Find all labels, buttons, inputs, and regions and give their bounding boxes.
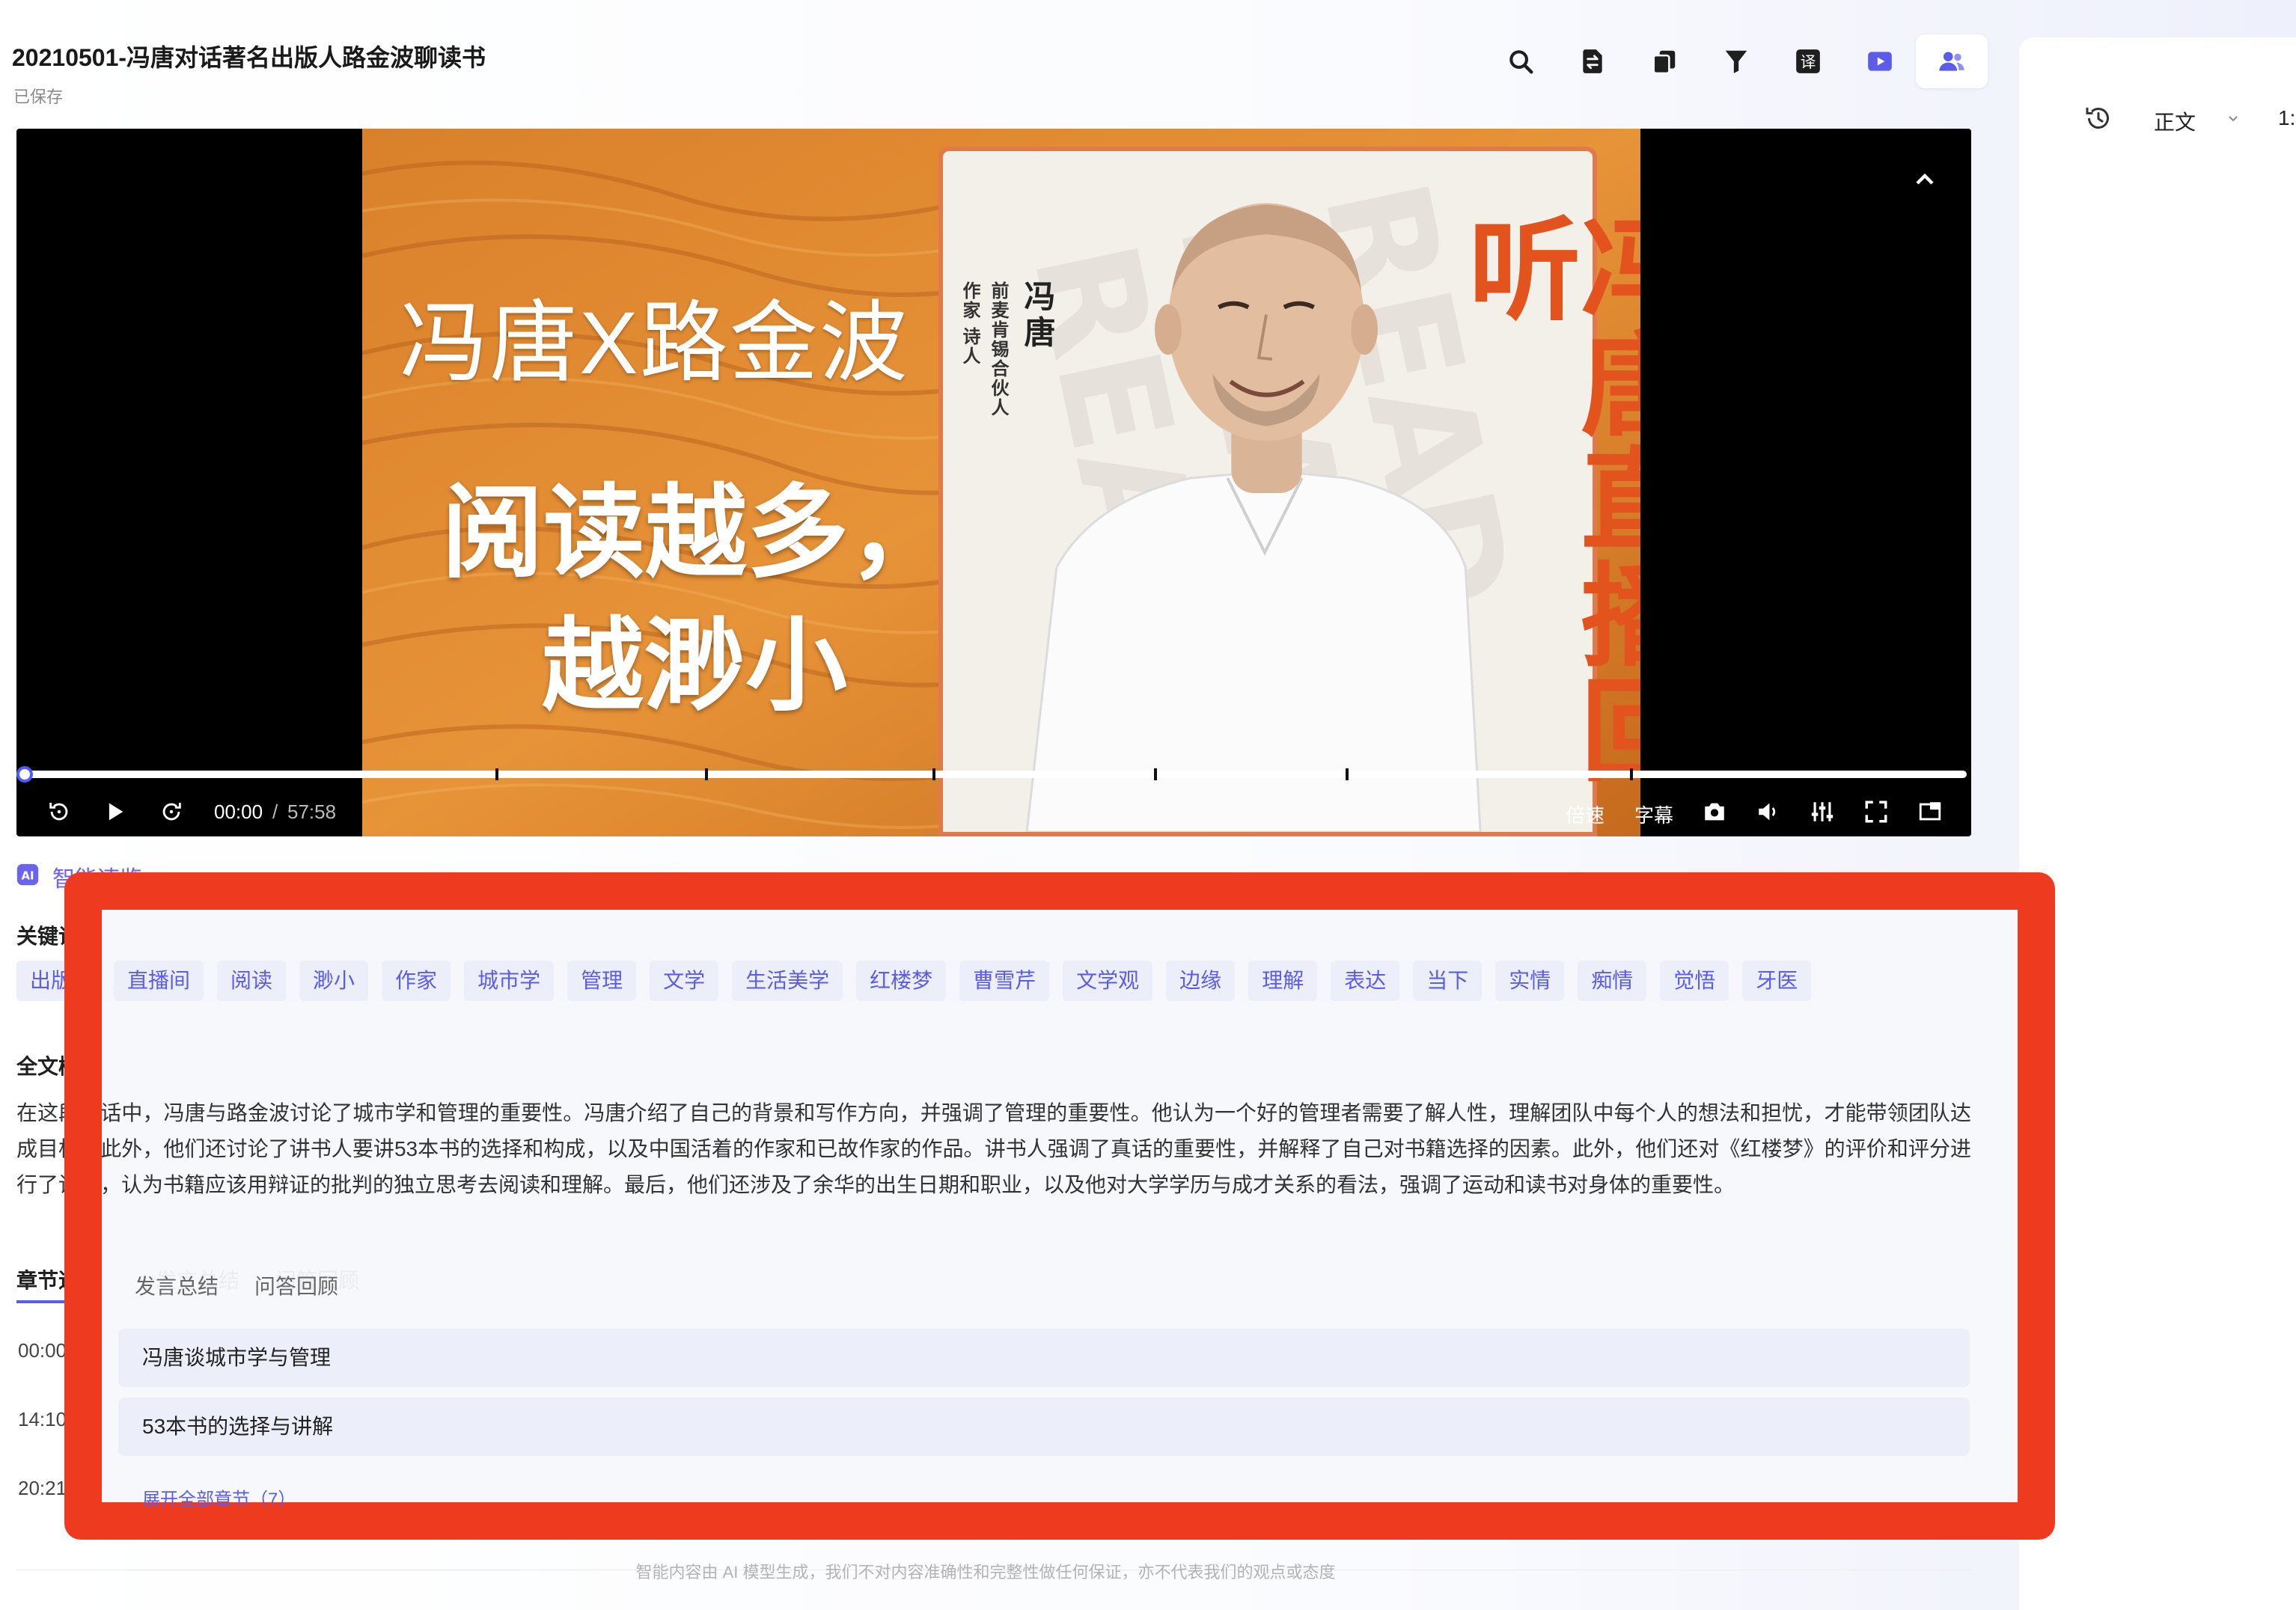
keyword-tag[interactable]: 红楼梦 bbox=[856, 961, 947, 1001]
keyword-tag[interactable]: 直播间 bbox=[114, 961, 204, 1001]
copy-icon bbox=[1652, 50, 1676, 75]
play-icon[interactable] bbox=[102, 799, 127, 824]
speakers-button[interactable] bbox=[1916, 34, 1988, 88]
poster: READ READ READ bbox=[938, 147, 1640, 836]
tab-qa-review[interactable]: 问答回顾 bbox=[254, 1270, 338, 1300]
chapter-marker bbox=[1346, 768, 1349, 780]
rewind-icon[interactable] bbox=[46, 799, 72, 824]
progress-bar[interactable] bbox=[21, 771, 1967, 778]
history-icon[interactable] bbox=[2083, 103, 2113, 133]
time-separator: / bbox=[272, 801, 278, 823]
chapter-time[interactable]: 14:10 bbox=[18, 1408, 67, 1431]
keyword-list-visible: 直播间 阅读 渺小 作家 城市学 管理 文学 生活美学 红楼梦 曹雪芹 文学观 … bbox=[114, 961, 1812, 1001]
chapter-marker bbox=[705, 768, 708, 780]
video-button[interactable] bbox=[1844, 34, 1916, 88]
current-time: 00:00 bbox=[214, 801, 263, 823]
chapter-time[interactable]: 00:00 bbox=[18, 1339, 67, 1362]
full-summary-visible: 在这段对话中，冯唐与路金波讨论了城市学和管理的重要性。冯唐介绍了自己的背景和写作… bbox=[102, 1095, 1971, 1208]
progress-handle[interactable] bbox=[16, 766, 33, 783]
summary-tabs-visible: 发言总结 问答回顾 bbox=[135, 1270, 338, 1300]
chapter-marker bbox=[932, 768, 935, 780]
keyword-tag[interactable]: 文学观 bbox=[1063, 961, 1153, 1001]
copy-button[interactable] bbox=[1628, 34, 1700, 88]
swap-button[interactable] bbox=[1557, 34, 1628, 88]
poster-role-1: 前麦肯锡合伙人 bbox=[988, 281, 1008, 417]
chevron-up-icon[interactable] bbox=[1910, 165, 1940, 195]
filter-button[interactable] bbox=[1700, 34, 1772, 88]
chapter-marker bbox=[1630, 768, 1633, 780]
speakers-icon bbox=[1939, 52, 1964, 71]
forward-icon[interactable] bbox=[159, 799, 184, 824]
thumbnail-headline-1: 阅读越多， bbox=[442, 476, 950, 590]
keyword-tag[interactable]: 理解 bbox=[1248, 961, 1318, 1001]
thumbnail-title: 冯唐X路金波 bbox=[400, 294, 909, 393]
keyword-tag[interactable]: 城市学 bbox=[464, 961, 555, 1001]
swap-icon bbox=[1583, 49, 1602, 73]
svg-text:AI: AI bbox=[21, 869, 34, 882]
filter-icon bbox=[1725, 50, 1747, 73]
picture-in-picture-icon[interactable] bbox=[1917, 799, 1943, 824]
keyword-tag[interactable]: 牙医 bbox=[1742, 961, 1812, 1001]
tab-speaker-summary[interactable]: 发言总结 bbox=[135, 1270, 219, 1300]
search-button[interactable] bbox=[1485, 34, 1557, 88]
poster-name: 冯唐 bbox=[1020, 280, 1055, 352]
speed-button[interactable]: 倍速 bbox=[1566, 801, 1605, 828]
right-panel-number: 1: bbox=[2278, 106, 2296, 129]
translate-icon: 译 bbox=[1796, 49, 1820, 73]
keyword-tag[interactable]: 阅读 bbox=[217, 961, 287, 1001]
ai-icon: AI bbox=[16, 863, 39, 886]
poster-headline: 冯唐直播回听 bbox=[1453, 211, 1640, 787]
page: 20210501-冯唐对话著名出版人路金波聊读书 已保存 译 正文 1: 冯唐X… bbox=[0, 0, 2296, 1610]
keyword-tag[interactable]: 曹雪芹 bbox=[959, 961, 1050, 1001]
keyword-tag[interactable]: 实情 bbox=[1495, 961, 1565, 1001]
chapter-marker bbox=[495, 768, 498, 780]
chapter-time[interactable]: 20:21 bbox=[18, 1477, 67, 1500]
mode-select-label[interactable]: 正文 bbox=[2154, 106, 2196, 136]
keyword-tag[interactable]: 渺小 bbox=[299, 961, 369, 1001]
keyword-tag[interactable]: 觉悟 bbox=[1660, 961, 1729, 1001]
keyword-tag[interactable]: 表达 bbox=[1331, 961, 1400, 1001]
chapter-item[interactable]: 冯唐谈城市学与管理 bbox=[118, 1329, 1970, 1387]
chevron-down-icon[interactable] bbox=[2224, 109, 2242, 127]
thumbnail-headline-2: 越渺小 bbox=[542, 609, 847, 723]
volume-icon[interactable] bbox=[1756, 799, 1781, 824]
translate-button[interactable]: 译 bbox=[1772, 34, 1844, 88]
video-thumbnail: 冯唐X路金波 阅读越多， 越渺小 READ READ READ bbox=[362, 129, 1640, 836]
search-icon bbox=[1509, 50, 1533, 74]
svg-text:译: 译 bbox=[1801, 53, 1816, 71]
ai-disclaimer: 智能内容由 AI 模型生成，我们不对内容准确性和完整性做任何保证，亦不代表我们的… bbox=[635, 1563, 1336, 1582]
keyword-tag[interactable]: 管理 bbox=[567, 961, 637, 1001]
keyword-tag[interactable]: 当下 bbox=[1413, 961, 1483, 1001]
chapter-item[interactable]: 53本书的选择与讲解 bbox=[118, 1398, 1970, 1456]
equalizer-icon[interactable] bbox=[1810, 799, 1835, 824]
expand-chapters-link[interactable]: 展开全部章节（7） bbox=[142, 1484, 296, 1510]
keyword-tag[interactable]: 文学 bbox=[650, 961, 719, 1001]
page-title: 20210501-冯唐对话著名出版人路金波聊读书 bbox=[12, 44, 486, 71]
keyword-tag[interactable]: 生活美学 bbox=[732, 961, 843, 1001]
subtitle-button[interactable]: 字幕 bbox=[1634, 801, 1673, 828]
keyword-tag[interactable]: 边缘 bbox=[1166, 961, 1236, 1001]
poster-role-2: 作家 诗人 bbox=[959, 281, 980, 366]
full-summary-text-visible: 在这段对话中，冯唐与路金波讨论了城市学和管理的重要性。冯唐介绍了自己的背景和写作… bbox=[102, 1101, 1971, 1196]
player-controls: 00:00 / 57:58 倍速 字幕 bbox=[16, 787, 1971, 836]
toolbar: 译 bbox=[1485, 34, 1988, 88]
chapter-marker bbox=[1154, 768, 1157, 780]
saved-status: 已保存 bbox=[13, 88, 64, 106]
total-time: 57:58 bbox=[287, 801, 337, 823]
right-panel: 正文 1: bbox=[2019, 37, 2296, 1610]
video-player[interactable]: 冯唐X路金波 阅读越多， 越渺小 READ READ READ bbox=[16, 129, 1971, 836]
play-video-icon bbox=[1868, 52, 1892, 71]
keyword-tag[interactable]: 痴情 bbox=[1578, 961, 1647, 1001]
keyword-tag[interactable]: 作家 bbox=[382, 961, 451, 1001]
camera-icon[interactable] bbox=[1702, 799, 1727, 824]
fullscreen-icon[interactable] bbox=[1863, 799, 1889, 824]
